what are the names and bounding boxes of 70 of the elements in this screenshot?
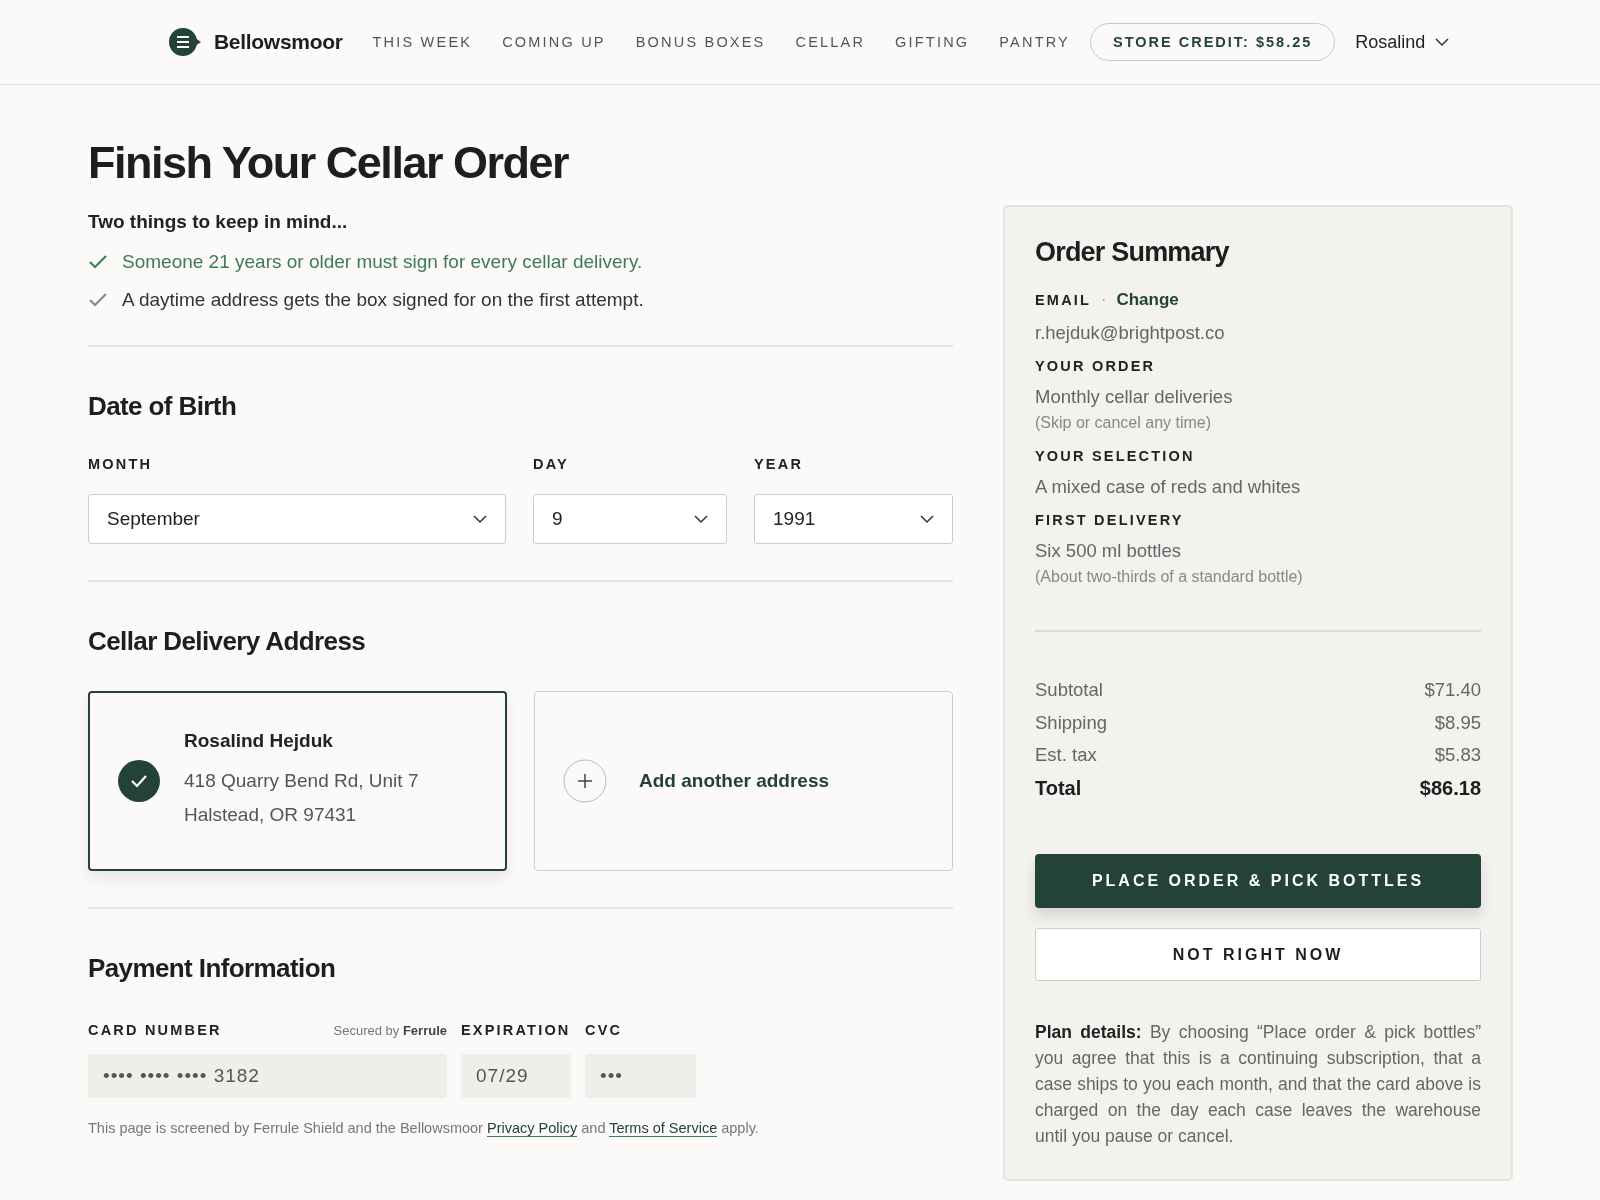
address-name: Rosalind Hejduk <box>184 730 334 752</box>
field-label: YEAR <box>754 456 805 472</box>
field-label: DAY <box>533 456 570 472</box>
section-heading: Cellar Delivery Address <box>88 626 367 657</box>
nav-link[interactable]: THIS WEEK <box>372 34 473 50</box>
checked-circle-icon <box>118 760 160 802</box>
brand-name[interactable]: Bellowsmoor <box>214 30 343 54</box>
nav-link[interactable]: PANTRY <box>999 34 1070 50</box>
logo-icon[interactable] <box>168 27 202 57</box>
select-field[interactable]: 1991 <box>754 494 953 544</box>
summary-note: (About two-thirds of a standard bottle) <box>1035 568 1304 586</box>
address-card[interactable]: Rosalind Hejduk 418 Quarry Bend Rd, Unit 7 Halstead, OR 97431 <box>88 691 507 871</box>
total-label: Total <box>1035 775 1082 801</box>
chevron-down-icon <box>1435 37 1450 47</box>
privacy-policy-link[interactable]: Privacy Policy <box>486 1120 578 1137</box>
change-link[interactable]: Change <box>1116 290 1179 310</box>
legal-notice: This page is screened by Ferrule Shield and the Bellowsmoor Privacy Policy and Terms of Service apply. <box>88 1120 760 1136</box>
expiration-field[interactable]: 07/29 <box>461 1054 571 1098</box>
reminder-text: Someone 21 years or older must sign for every cellar delivery. <box>122 251 643 273</box>
page-title: Finish Your Cellar Order <box>88 137 570 189</box>
user-menu[interactable]: Rosalind <box>1355 31 1450 53</box>
summary-label: EMAIL <box>1035 292 1092 308</box>
chevron-down-icon <box>920 514 934 524</box>
total-amount: $71.40 <box>1424 678 1481 702</box>
chevron-down-icon <box>473 514 487 524</box>
summary-title: Order Summary <box>1035 237 1231 268</box>
nav-link[interactable]: GIFTING <box>895 34 970 50</box>
field-label: CARD NUMBER <box>88 1022 222 1038</box>
field-label: EXPIRATION <box>461 1022 571 1038</box>
nav-link[interactable]: BONUS BOXES <box>635 34 766 50</box>
summary-label: YOUR ORDER <box>1035 358 1157 374</box>
secured-note: Secured by Ferrule <box>333 1023 447 1038</box>
summary-label: YOUR SELECTION <box>1035 448 1196 464</box>
select-field[interactable]: 9 <box>533 494 727 544</box>
total-amount: $8.95 <box>1434 710 1481 735</box>
field-label: CVC <box>585 1022 624 1038</box>
address-line: Halstead, OR 97431 <box>184 803 358 827</box>
check-icon <box>88 292 108 308</box>
section-heading: Payment Information <box>88 953 337 984</box>
nav-link[interactable]: CELLAR <box>795 34 866 50</box>
total-label: Est. tax <box>1035 743 1097 767</box>
total-label: Shipping <box>1035 710 1107 735</box>
chevron-down-icon <box>694 514 708 524</box>
select-field[interactable]: September <box>88 494 506 544</box>
summary-value: r.hejduk@brightpost.co <box>1035 322 1226 344</box>
total-amount: $86.18 <box>1419 775 1481 801</box>
cvc-field[interactable]: ••• <box>585 1054 696 1098</box>
nav-link[interactable]: COMING UP <box>502 34 606 50</box>
section-heading: Date of Birth <box>88 391 238 422</box>
summary-value: A mixed case of reds and whites <box>1035 476 1302 498</box>
reminder-text: A daytime address gets the box signed for on the first attempt. <box>122 289 644 311</box>
store-credit-badge: STORE CREDIT: $58.25 <box>1090 23 1336 61</box>
plan-details: Plan details: By choosing “Place order & pick bottles” you agree that this is a continuing subscription, that a case ships to you each month, and that the card above is charged on the day each case leaves the warehouse until you pause or cancel. <box>1035 1021 1481 1148</box>
separator-dot: · <box>1101 291 1107 309</box>
total-label: Subtotal <box>1035 678 1103 702</box>
total-amount: $5.83 <box>1434 743 1481 767</box>
terms-link[interactable]: Terms of Service <box>609 1120 718 1137</box>
address-line: 418 Quarry Bend Rd, Unit 7 <box>184 769 419 793</box>
summary-value: Monthly cellar deliveries <box>1035 386 1234 408</box>
plus-icon <box>563 759 607 803</box>
card-number-field[interactable]: •••• •••• •••• 3182 <box>88 1054 447 1098</box>
place-order-button[interactable]: PLACE ORDER & PICK BOTTLES <box>1035 854 1481 908</box>
reminder-heading: Two things to keep in mind... <box>88 211 349 233</box>
not-right-now-button[interactable]: NOT RIGHT NOW <box>1035 928 1481 981</box>
add-address-card[interactable]: Add another address <box>534 691 953 871</box>
summary-value: Six 500 ml bottles <box>1035 540 1182 562</box>
summary-label: FIRST DELIVERY <box>1035 512 1185 528</box>
summary-note: (Skip or cancel any time) <box>1035 414 1213 432</box>
field-label: MONTH <box>88 456 154 472</box>
check-icon <box>88 254 108 270</box>
